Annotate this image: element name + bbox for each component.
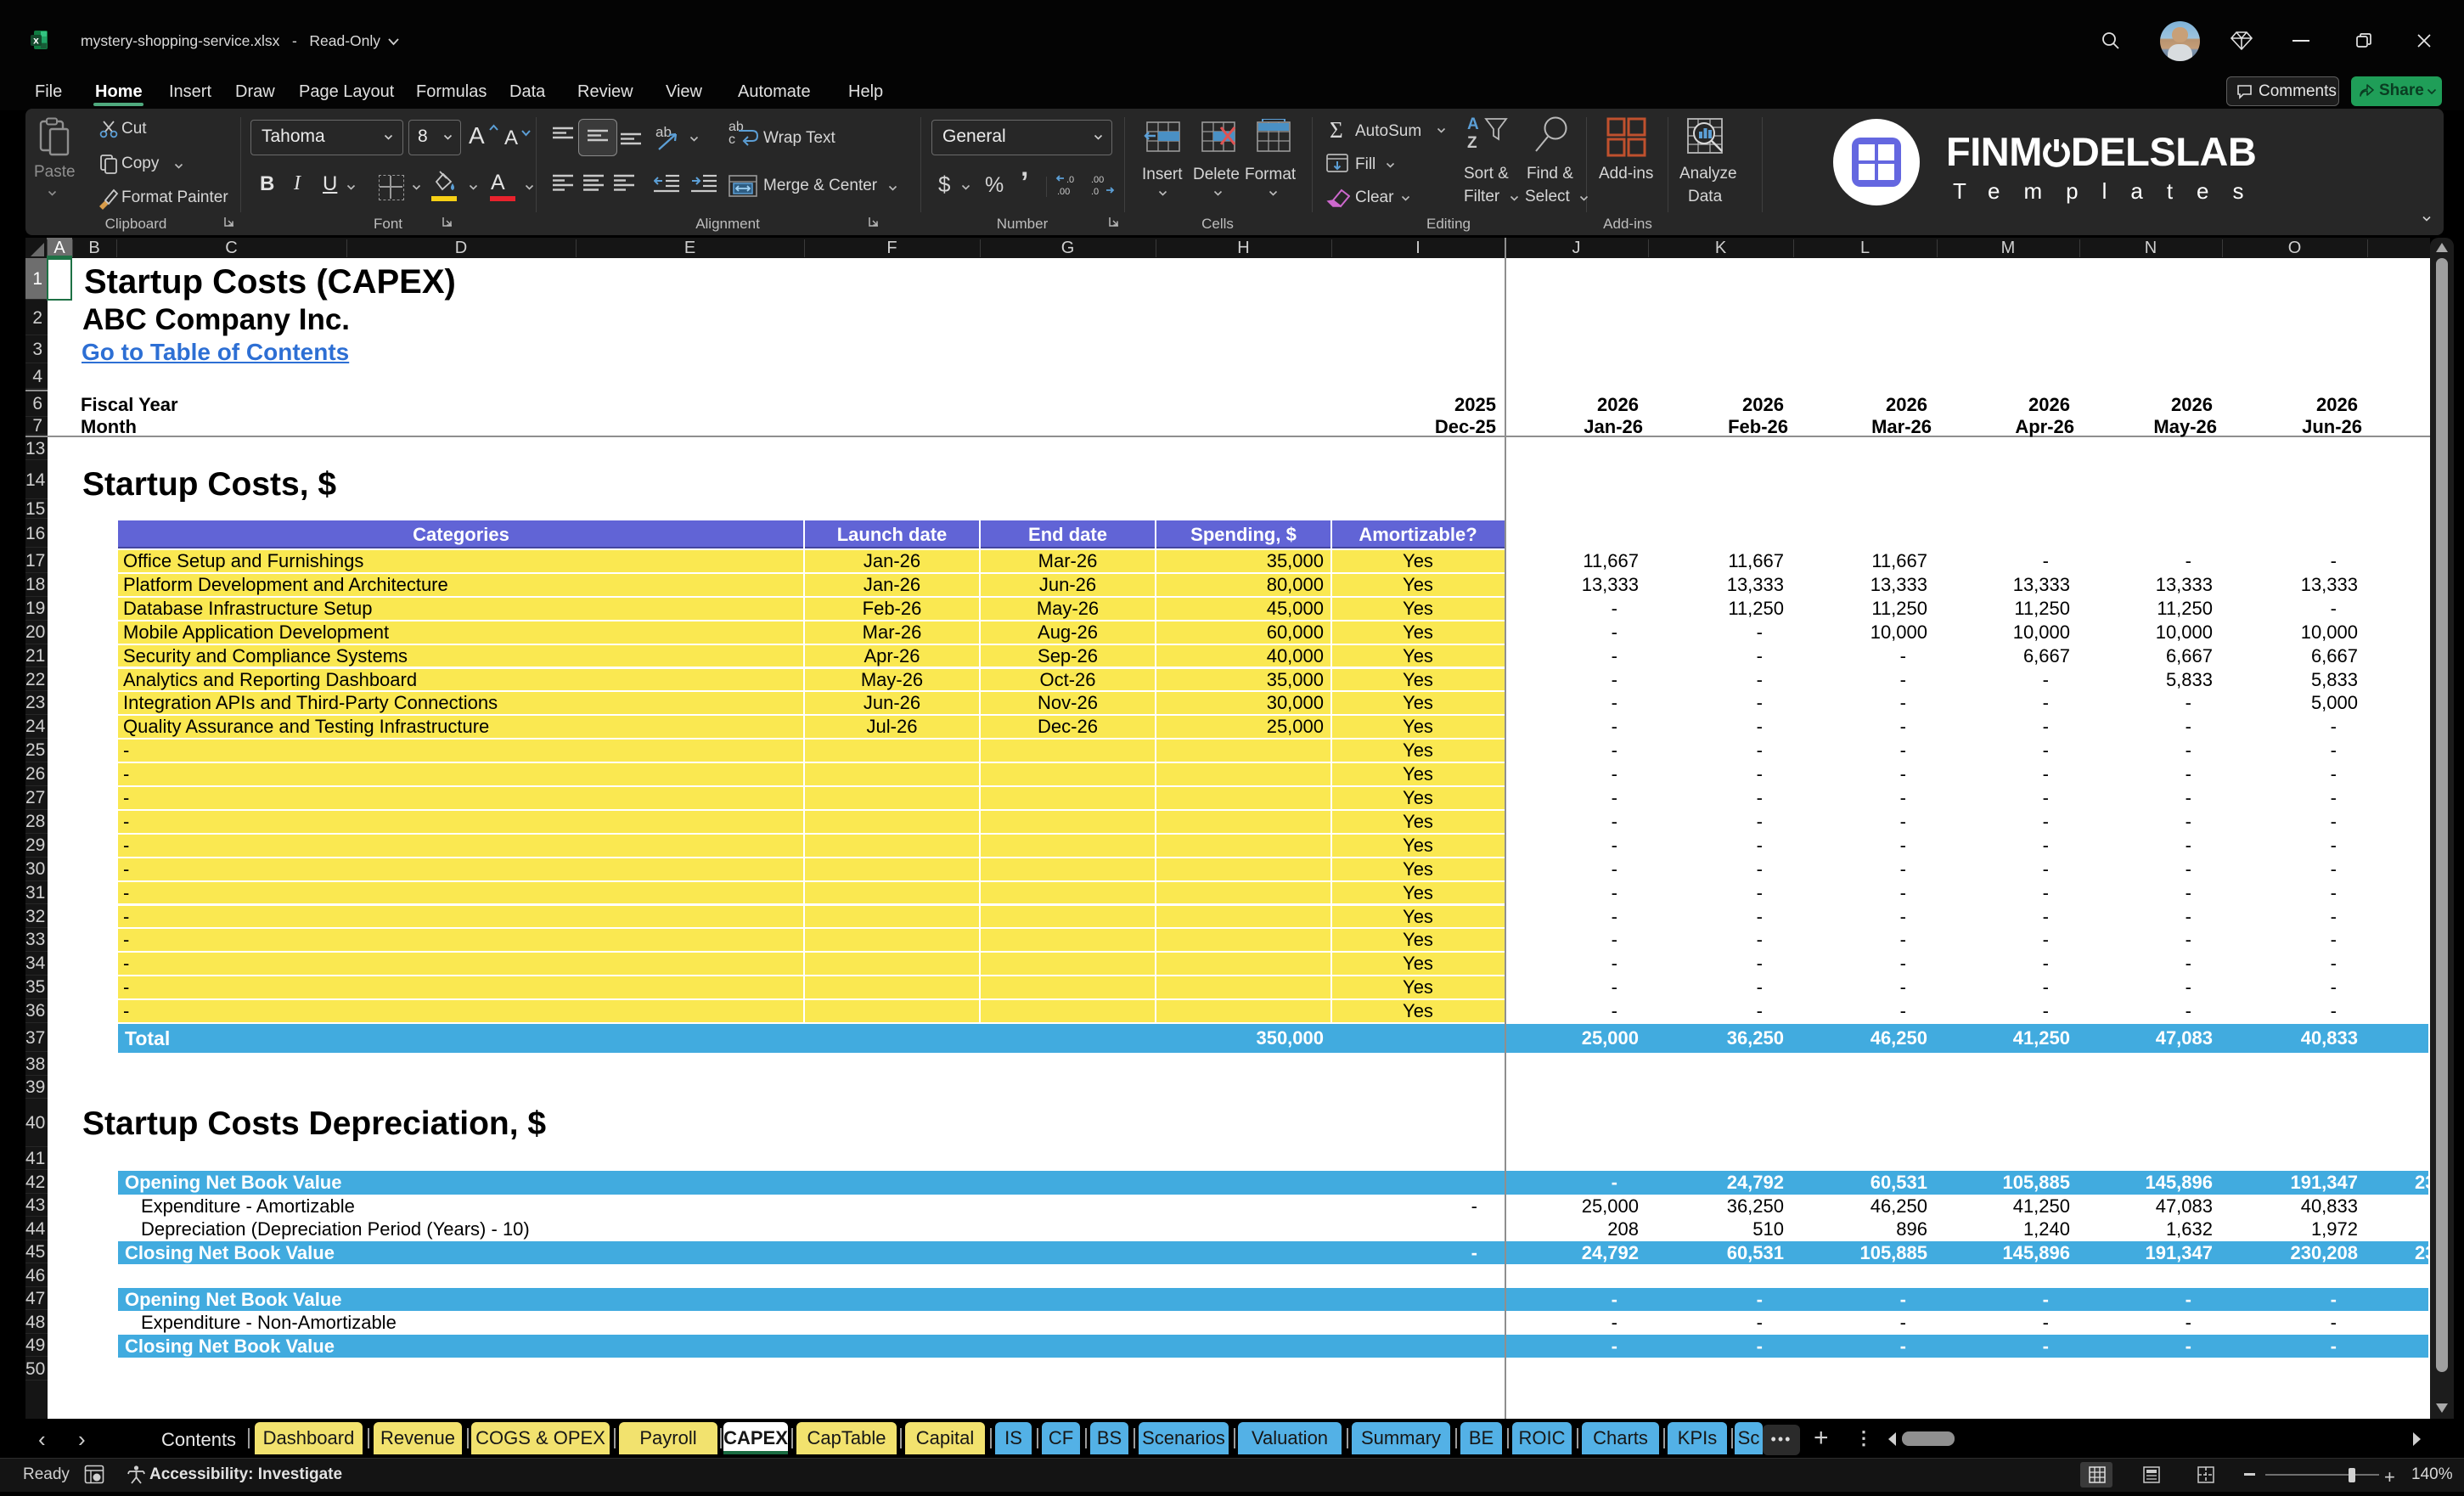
svg-text:.00: .00	[1057, 187, 1070, 197]
svg-text:x: x	[33, 35, 39, 47]
svg-text:.0: .0	[1066, 175, 1074, 185]
svg-text:.00: .00	[1091, 175, 1104, 185]
svg-text:.0: .0	[1091, 187, 1099, 197]
